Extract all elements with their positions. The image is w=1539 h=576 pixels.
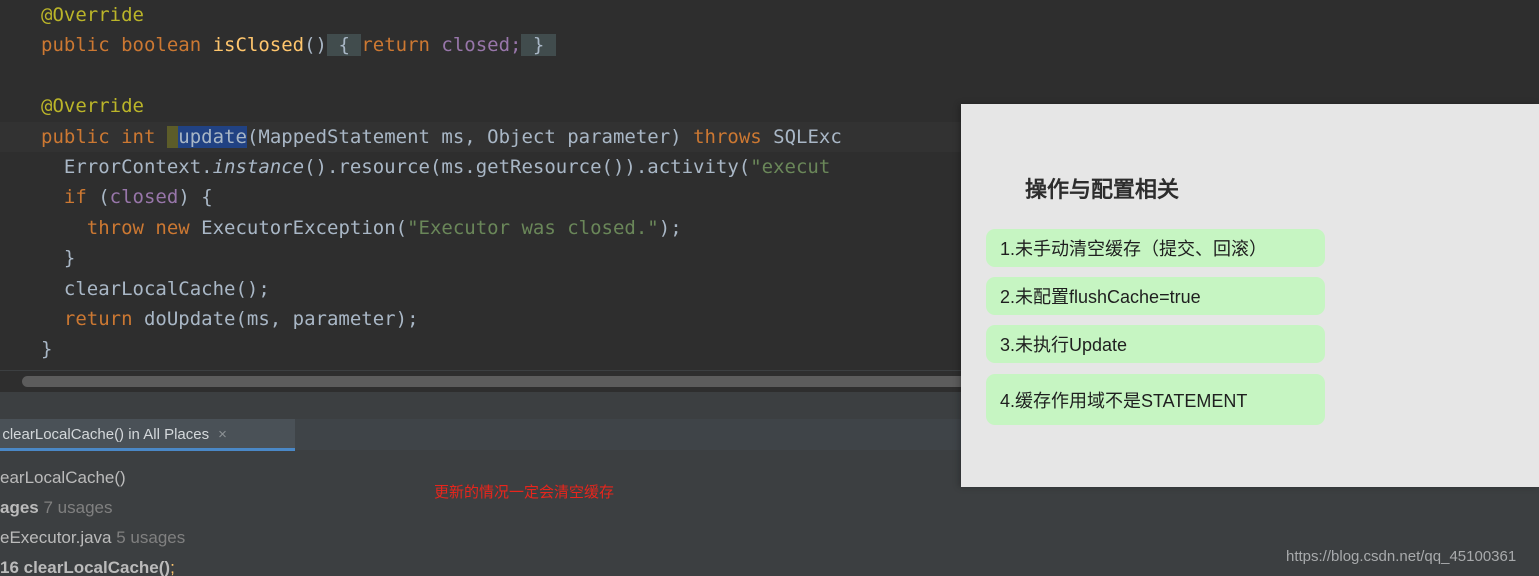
code-token: throws (693, 125, 774, 148)
code-token: boolean (121, 34, 213, 57)
code-token: return (361, 34, 442, 57)
code-token: ExecutorException( (201, 216, 408, 239)
code-token: clearLocalCache(); (41, 277, 270, 300)
code-token: if (63, 186, 99, 209)
code-token: public (41, 125, 122, 148)
code-token: ) { (178, 186, 213, 209)
code-token (166, 125, 179, 148)
code-token: ().resource(ms.getResource()).activity( (304, 155, 751, 178)
code-token: closed (109, 186, 179, 209)
code-token: closed; (441, 34, 522, 57)
code-token: SQLExc (773, 125, 842, 148)
code-token: new (155, 216, 202, 239)
code-token: @Override (41, 95, 144, 118)
line-isclosed: public boolean isClosed() { return close… (0, 30, 1539, 60)
tab-active-underline (0, 448, 295, 451)
list-item: 2.未配置flushCache=true (986, 277, 1325, 315)
code-token: { (327, 34, 362, 57)
code-token: ( (98, 186, 110, 209)
usages-hit[interactable]: 16 clearLocalCache(); (0, 558, 175, 576)
code-token: (MappedStatement ms, Object parameter) (246, 125, 694, 148)
tab-label: f clearLocalCache() in All Places (0, 426, 210, 443)
list-item: 3.未执行Update (986, 325, 1325, 363)
line-blank-1 (0, 61, 1539, 91)
line-override-1: @Override (0, 0, 1539, 30)
close-icon[interactable]: × (218, 427, 227, 442)
code-token: } (41, 338, 53, 361)
code-token: "Executor was closed." (407, 216, 659, 239)
code-token: isClosed (212, 34, 305, 57)
code-token: int (121, 125, 167, 148)
code-token: ErrorContext. (41, 155, 213, 178)
code-token: } (521, 34, 556, 57)
code-token: () (304, 34, 327, 57)
code-token: ); (658, 216, 682, 239)
code-token: @Override (41, 4, 144, 26)
code-token: throw (86, 216, 156, 239)
screen-root: @Override public boolean isClosed() { ret… (0, 0, 1539, 576)
overlay-panel: 操作与配置相关 1.未手动清空缓存（提交、回滚） 2.未配置flushCache… (961, 104, 1539, 487)
usages-group[interactable]: ages 7 usages (0, 498, 112, 518)
code-token: doUpdate(ms, parameter); (143, 307, 419, 330)
panel-title: 操作与配置相关 (1025, 177, 1180, 202)
code-token: "execut (750, 155, 831, 178)
code-token: update (178, 125, 247, 148)
code-token: instance (212, 155, 305, 178)
list-item: 4.缓存作用域不是STATEMENT (986, 374, 1325, 425)
code-token: return (63, 307, 144, 330)
list-item: 1.未手动清空缓存（提交、回滚） (986, 229, 1325, 267)
code-token: } (41, 247, 76, 270)
watermark-url: https://blog.csdn.net/qq_45100361 (1286, 548, 1517, 565)
red-annotation-note: 更新的情况一定会清空缓存 (434, 484, 615, 501)
usages-root[interactable]: earLocalCache() (0, 468, 126, 488)
code-token: public (41, 34, 122, 57)
usages-file[interactable]: eExecutor.java 5 usages (0, 528, 185, 548)
tab-find-usages[interactable]: f clearLocalCache() in All Places × (0, 419, 295, 450)
